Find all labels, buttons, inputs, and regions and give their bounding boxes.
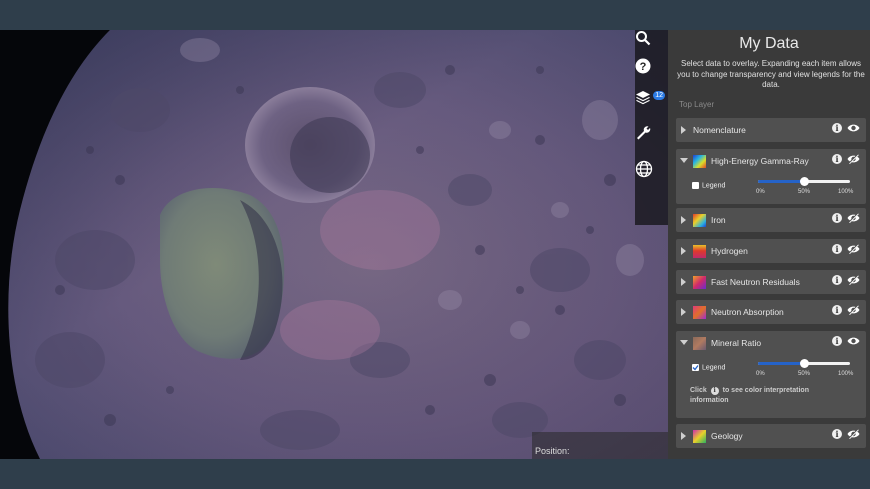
info-icon[interactable]: i bbox=[832, 244, 842, 254]
layer-hydrogen[interactable]: Hydrogen i bbox=[676, 239, 866, 263]
layer-name: Nomenclature bbox=[693, 125, 746, 135]
app-stage: ? 12 Position: My Data Select data to ov… bbox=[0, 30, 870, 459]
panel-description: Select data to overlay. Expanding each i… bbox=[677, 59, 865, 89]
info-icon[interactable]: i bbox=[832, 213, 842, 223]
eye-hidden-icon[interactable] bbox=[847, 305, 860, 315]
slider-fill bbox=[758, 180, 804, 183]
map-toolbar: ? 12 bbox=[635, 30, 668, 225]
layer-neutron-absorption[interactable]: Neutron Absorption i bbox=[676, 300, 866, 324]
layer-name: Hydrogen bbox=[711, 246, 748, 256]
collapse-caret-icon[interactable] bbox=[680, 158, 688, 163]
info-icon[interactable]: i bbox=[832, 123, 842, 133]
legend-label: Legend bbox=[702, 182, 726, 190]
expand-caret-icon[interactable] bbox=[681, 247, 686, 255]
legend-checkbox[interactable] bbox=[692, 364, 699, 371]
expand-caret-icon[interactable] bbox=[681, 308, 686, 316]
layer-thumbnail bbox=[693, 306, 706, 319]
tick-label-0: 0% bbox=[756, 189, 765, 195]
info-icon[interactable]: i bbox=[710, 387, 719, 395]
legend-label: Legend bbox=[702, 364, 726, 372]
eye-hidden-icon[interactable] bbox=[847, 213, 860, 223]
layer-name: High-Energy Gamma-Ray bbox=[711, 156, 809, 166]
legend-toggle[interactable]: Legend bbox=[692, 182, 725, 189]
tools-button[interactable] bbox=[635, 125, 668, 158]
layers-icon bbox=[636, 91, 650, 105]
my-data-panel: My Data Select data to overlay. Expandin… bbox=[668, 30, 870, 459]
layer-thumbnail bbox=[693, 337, 706, 350]
layers-count-badge: 12 bbox=[653, 91, 665, 100]
tick-label-50: 50% bbox=[798, 189, 811, 195]
eye-hidden-icon[interactable] bbox=[847, 275, 860, 285]
info-icon[interactable]: i bbox=[832, 305, 842, 315]
expand-caret-icon[interactable] bbox=[681, 432, 686, 440]
search-icon bbox=[636, 31, 651, 46]
layer-name: Mineral Ratio bbox=[711, 338, 762, 348]
slider-knob[interactable] bbox=[800, 177, 809, 186]
layer-thumbnail bbox=[693, 276, 706, 289]
position-readout: Position: bbox=[532, 432, 668, 459]
position-label: Position: bbox=[535, 446, 570, 456]
checkmark-icon bbox=[692, 365, 699, 371]
layer-mineral-ratio[interactable]: Mineral Ratio i Legend 0% 50% 100% Click… bbox=[676, 331, 866, 418]
legend-checkbox[interactable] bbox=[692, 182, 699, 189]
layer-fast-neutron-residuals[interactable]: Fast Neutron Residuals i bbox=[676, 270, 866, 294]
panel-title: My Data bbox=[739, 35, 799, 52]
layer-nomenclature[interactable]: Nomenclature i bbox=[676, 118, 866, 142]
eye-icon[interactable] bbox=[847, 336, 860, 346]
layer-thumbnail bbox=[693, 245, 706, 258]
info-icon[interactable]: i bbox=[832, 429, 842, 439]
layer-iron[interactable]: Iron i bbox=[676, 208, 866, 232]
color-interpretation-note: Click i to see color interpretation info… bbox=[690, 387, 809, 404]
layer-name: Neutron Absorption bbox=[711, 307, 784, 317]
layer-name: Iron bbox=[711, 215, 726, 225]
tick-label-0: 0% bbox=[756, 371, 765, 377]
tick-label-50: 50% bbox=[798, 371, 811, 377]
tick-label-100: 100% bbox=[838, 189, 854, 195]
layer-name: Fast Neutron Residuals bbox=[711, 277, 800, 287]
slider-fill bbox=[758, 362, 804, 365]
globe-button[interactable] bbox=[635, 160, 668, 193]
eye-icon[interactable] bbox=[847, 123, 860, 133]
layers-button[interactable]: 12 bbox=[635, 89, 668, 122]
info-icon[interactable]: i bbox=[832, 154, 842, 164]
collapse-caret-icon[interactable] bbox=[680, 340, 688, 345]
legend-toggle[interactable]: Legend bbox=[692, 364, 725, 371]
layer-name: Geology bbox=[711, 431, 743, 441]
eye-hidden-icon[interactable] bbox=[847, 244, 860, 254]
layer-thumbnail bbox=[693, 430, 706, 443]
opacity-slider[interactable]: 0% 50% 100% bbox=[756, 177, 854, 198]
expand-caret-icon[interactable] bbox=[681, 278, 686, 286]
info-icon[interactable]: i bbox=[832, 336, 842, 346]
info-icon[interactable]: i bbox=[832, 275, 842, 285]
opacity-slider[interactable]: 0% 50% 100% bbox=[756, 359, 854, 380]
layer-geology[interactable]: Geology i bbox=[676, 424, 866, 448]
help-button[interactable]: ? bbox=[635, 58, 668, 91]
layer-thumbnail bbox=[693, 214, 706, 227]
eye-hidden-icon[interactable] bbox=[847, 429, 860, 439]
layer-high-energy-gamma-ray[interactable]: High-Energy Gamma-Ray i Legend 0% 50% 10… bbox=[676, 149, 866, 204]
layer-thumbnail bbox=[693, 155, 706, 168]
tick-label-100: 100% bbox=[838, 371, 854, 377]
globe-icon bbox=[635, 160, 653, 178]
help-icon: ? bbox=[635, 58, 651, 74]
slider-knob[interactable] bbox=[800, 359, 809, 368]
top-layer-label: Top Layer bbox=[679, 100, 715, 109]
asteroid-map-view[interactable]: ? 12 Position: bbox=[0, 30, 668, 459]
expand-caret-icon[interactable] bbox=[681, 126, 686, 134]
asteroid-surface-image[interactable] bbox=[0, 30, 668, 459]
svg-text:?: ? bbox=[640, 61, 647, 73]
eye-hidden-icon[interactable] bbox=[847, 154, 860, 164]
expand-caret-icon[interactable] bbox=[681, 216, 686, 224]
wrench-icon bbox=[637, 126, 651, 140]
